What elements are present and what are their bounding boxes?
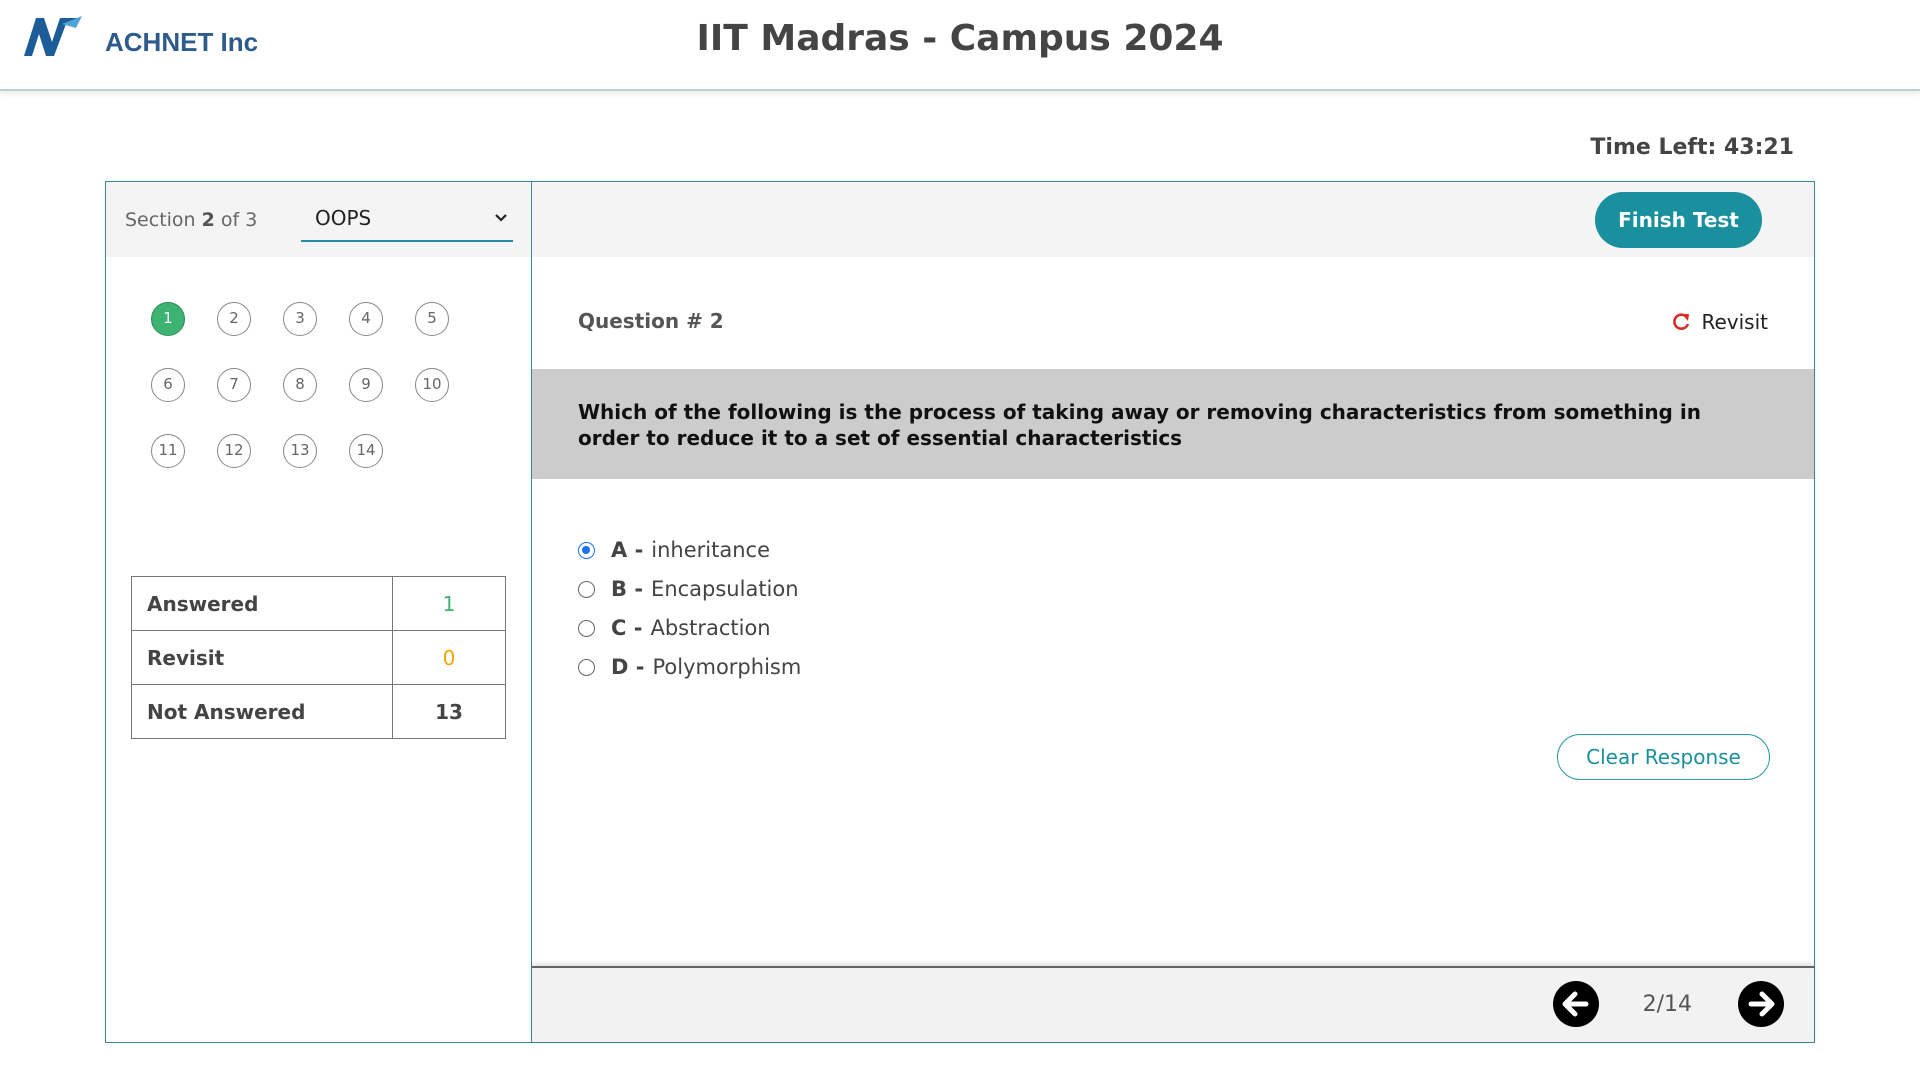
question-number-button[interactable]: 2 [217, 302, 251, 336]
answered-label: Answered [131, 576, 393, 631]
option-text: inheritance [651, 538, 771, 562]
question-number-button[interactable]: 1 [151, 302, 185, 336]
question-number-button[interactable]: 11 [151, 434, 185, 468]
option-letter: B - [611, 577, 644, 601]
revisit-button[interactable]: Revisit [1671, 310, 1768, 334]
radio-button[interactable] [578, 542, 595, 559]
revisit-count: 0 [392, 630, 506, 685]
pagination-footer: 2/14 [532, 966, 1814, 1042]
option-d[interactable]: D - Polymorphism [578, 655, 801, 694]
section-indicator: Section 2 of 3 [125, 209, 257, 231]
question-number-button[interactable]: 8 [283, 368, 317, 402]
question-number-button[interactable]: 4 [349, 302, 383, 336]
section-dropdown[interactable]: OOPS [301, 198, 513, 242]
section-total: of 3 [220, 209, 258, 231]
question-number-button[interactable]: 13 [283, 434, 317, 468]
question-navigator-panel: Section 2 of 3 OOPS 1 2 3 4 5 6 7 8 9 10… [105, 181, 532, 1043]
radio-button[interactable] [578, 659, 595, 676]
table-row: Revisit 0 [131, 630, 506, 685]
answer-options: A - inheritance B - Encapsulation C - Abstr… [578, 538, 801, 694]
refresh-icon [1673, 313, 1690, 330]
time-left: Time Left: 43:21 [1590, 135, 1794, 160]
question-number-button[interactable]: 10 [415, 368, 449, 402]
option-c[interactable]: C - Abstraction [578, 616, 801, 655]
section-current: 2 [201, 209, 215, 231]
arrow-left-circle-icon[interactable] [1552, 980, 1600, 1028]
revisit-label: Revisit [131, 630, 393, 685]
question-number-button[interactable]: 9 [349, 368, 383, 402]
revisit-label: Revisit [1701, 310, 1768, 334]
question-toolbar: Finish Test [532, 182, 1814, 257]
section-prefix: Section [125, 209, 196, 231]
radio-button[interactable] [578, 620, 595, 637]
question-number-button[interactable]: 14 [349, 434, 383, 468]
section-bar: Section 2 of 3 OOPS [106, 182, 532, 257]
question-number-button[interactable]: 6 [151, 368, 185, 402]
question-number-button[interactable]: 7 [217, 368, 251, 402]
question-text: Which of the following is the process of… [578, 400, 1701, 450]
question-number-button[interactable]: 3 [283, 302, 317, 336]
not-answered-label: Not Answered [131, 684, 393, 739]
page-title: IIT Madras - Campus 2024 [696, 18, 1224, 59]
option-letter: D - [611, 655, 645, 679]
finish-test-button[interactable]: Finish Test [1595, 192, 1762, 248]
question-number-button[interactable]: 12 [217, 434, 251, 468]
status-summary-table: Answered 1 Revisit 0 Not Answered 13 [131, 576, 506, 739]
arrow-right-circle-icon[interactable] [1737, 980, 1785, 1028]
section-dropdown-value: OOPS [315, 206, 372, 230]
not-answered-count: 13 [392, 684, 506, 739]
option-letter: A - [611, 538, 644, 562]
question-text-box: Which of the following is the process of… [532, 369, 1814, 479]
option-text: Abstraction [650, 616, 771, 640]
option-text: Polymorphism [652, 655, 802, 679]
question-number-heading: Question # 2 [578, 309, 724, 333]
page-indicator: 2/14 [1642, 992, 1692, 1017]
option-text: Encapsulation [651, 577, 799, 601]
top-header: ACHNET Inc IIT Madras - Campus 2024 [0, 0, 1920, 91]
question-number-button[interactable]: 5 [415, 302, 449, 336]
answered-count: 1 [392, 576, 506, 631]
option-letter: C - [611, 616, 643, 640]
question-panel: Finish Test Question # 2 Revisit Which o… [531, 181, 1815, 1043]
option-a[interactable]: A - inheritance [578, 538, 801, 577]
radio-button[interactable] [578, 581, 595, 598]
table-row: Answered 1 [131, 576, 506, 631]
chevron-down-icon [495, 214, 507, 222]
clear-response-button[interactable]: Clear Response [1557, 734, 1770, 780]
option-b[interactable]: B - Encapsulation [578, 577, 801, 616]
table-row: Not Answered 13 [131, 684, 506, 739]
